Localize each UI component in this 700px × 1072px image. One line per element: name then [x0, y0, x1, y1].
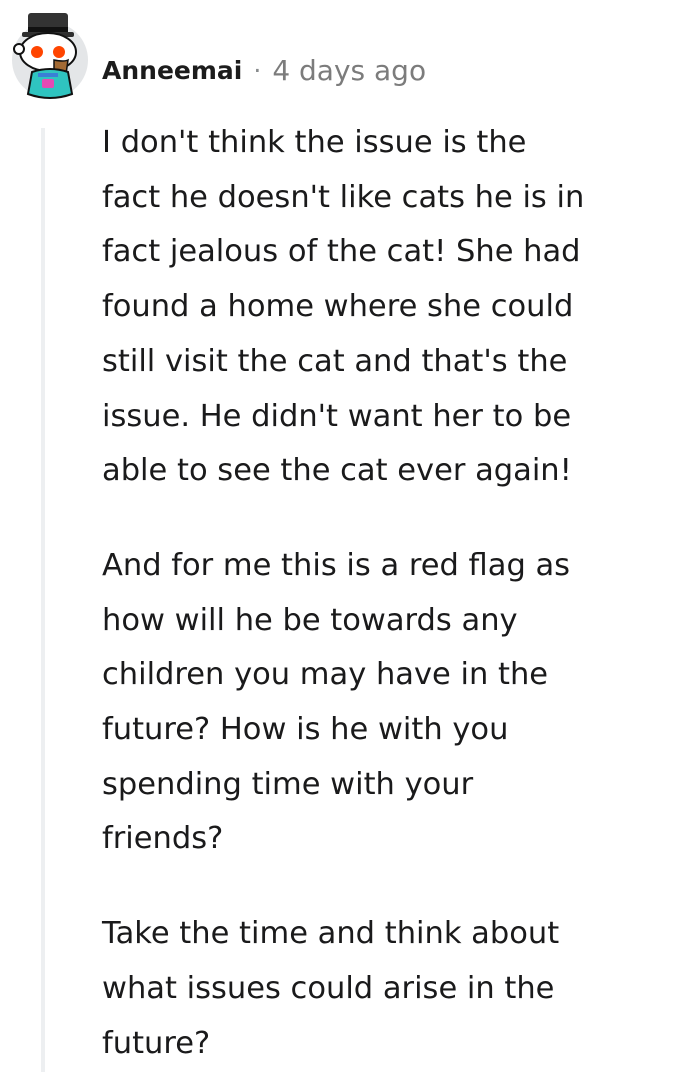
thread-collapse-line[interactable] — [41, 128, 45, 1072]
user-avatar[interactable] — [10, 8, 90, 104]
meta-separator: · — [253, 55, 262, 85]
comment-paragraph: I don't think the issue is the fact he d… — [102, 125, 585, 489]
comment-timestamp[interactable]: 4 days ago — [272, 54, 426, 87]
comment-paragraph: Take the time and think about what issue… — [102, 916, 560, 1061]
comment-body: I don't think the issue is the fact he d… — [102, 116, 687, 1071]
snoo-avatar-icon — [12, 13, 88, 99]
author-name[interactable]: Anneemai — [102, 56, 242, 85]
comment-meta: Anneemai · 4 days ago — [102, 50, 426, 90]
comment-paragraph: And for me this is a red flag as how wil… — [102, 547, 571, 857]
comment: Anneemai · 4 days ago I don't think the … — [0, 0, 700, 1072]
